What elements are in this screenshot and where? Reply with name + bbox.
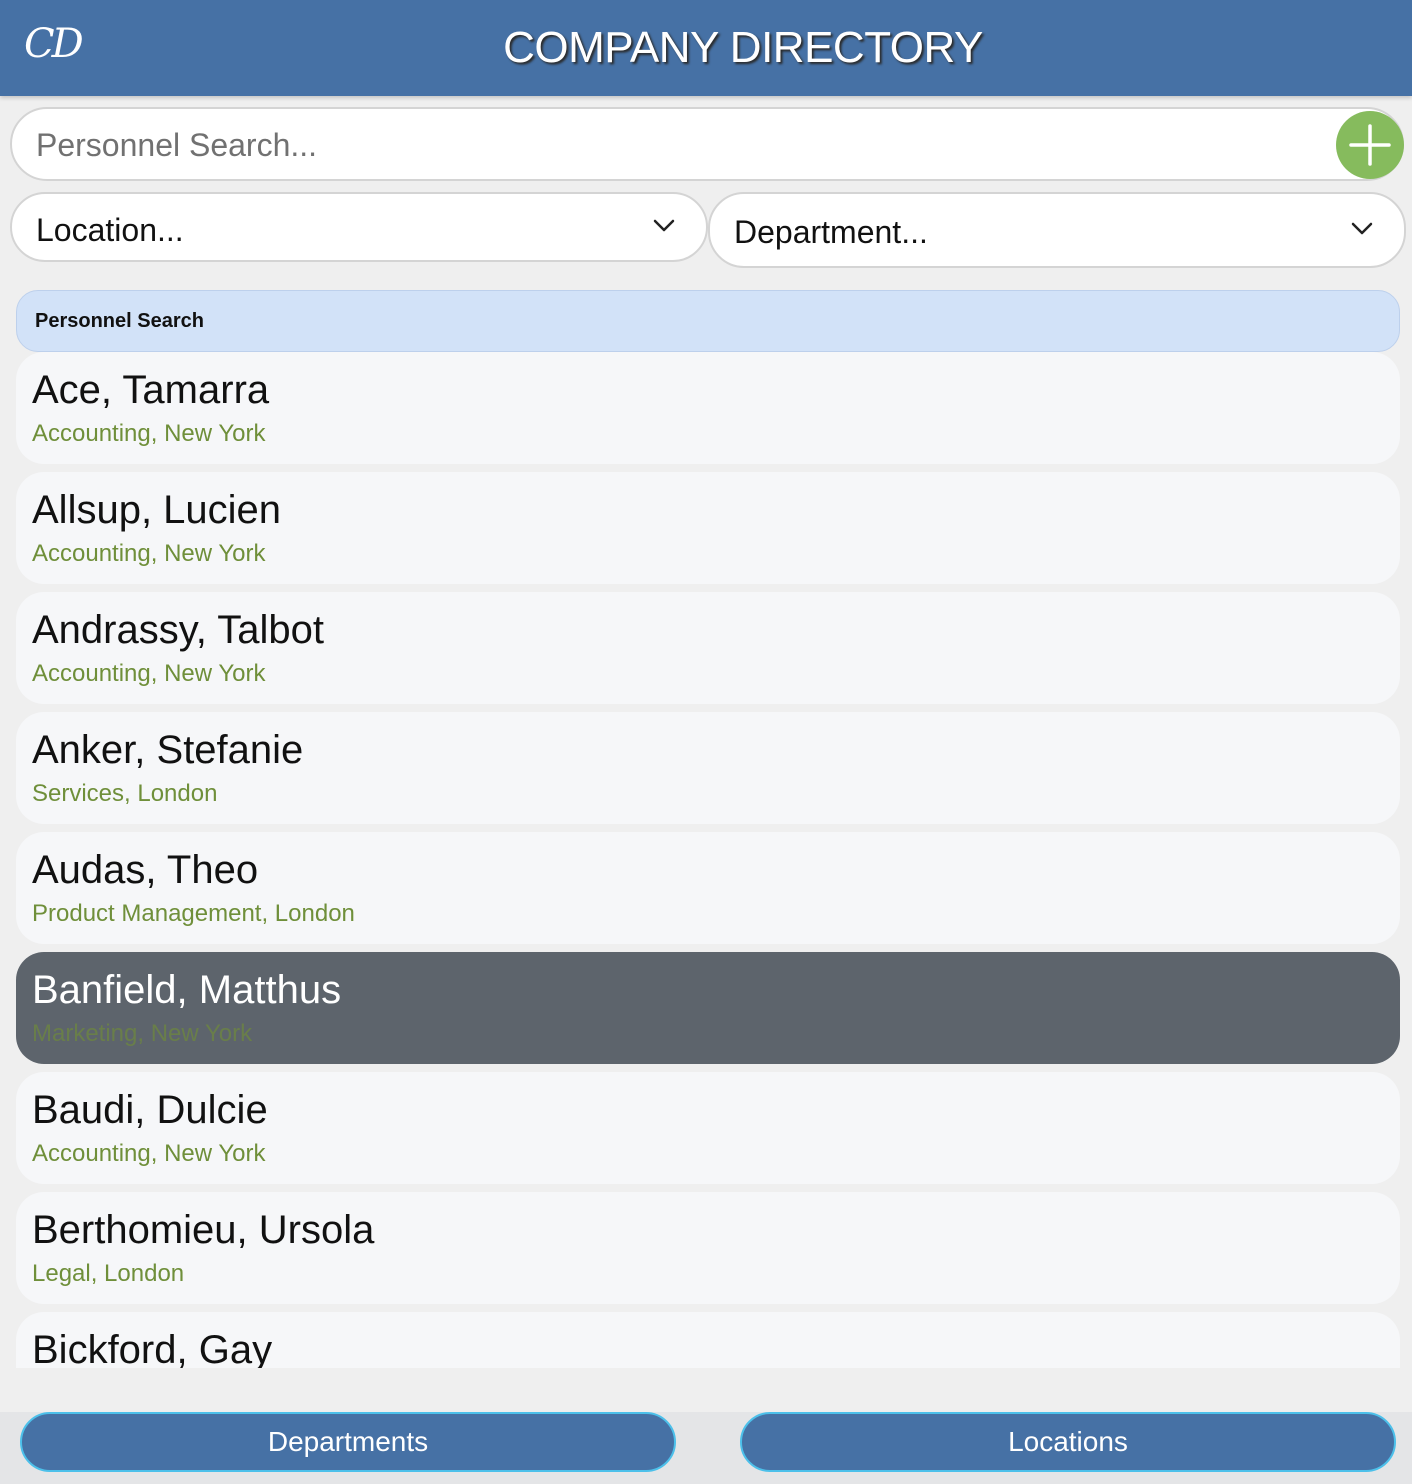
personnel-department-location: Marketing, New York [32, 1020, 253, 1047]
locations-button[interactable]: Locations [740, 1412, 1396, 1472]
personnel-name: Allsup, Lucien [32, 488, 282, 532]
personnel-row[interactable]: Berthomieu, Ursola Legal, London [16, 1192, 1400, 1304]
plus-icon [1349, 124, 1391, 166]
personnel-list[interactable]: Ace, Tamarra Accounting, New York Allsup… [16, 352, 1400, 1368]
personnel-department-location: Product Management, London [32, 900, 355, 927]
personnel-department-location: Accounting, New York [32, 1140, 266, 1167]
department-filter-label: Department... [734, 214, 928, 250]
personnel-department-location: Accounting, New York [32, 660, 266, 687]
footer-bar: Departments Locations [0, 1412, 1412, 1484]
personnel-row[interactable]: Anker, Stefanie Services, London [16, 712, 1400, 824]
personnel-row[interactable]: Bickford, Gay [16, 1312, 1400, 1368]
personnel-name: Ace, Tamarra [32, 368, 270, 412]
personnel-search-input[interactable] [36, 125, 1316, 165]
personnel-row[interactable]: Baudi, Dulcie Accounting, New York [16, 1072, 1400, 1184]
personnel-name: Berthomieu, Ursola [32, 1208, 375, 1252]
personnel-name: Andrassy, Talbot [32, 608, 325, 652]
list-section-title: Personnel Search [35, 310, 204, 332]
chevron-down-icon [1351, 222, 1373, 235]
personnel-department-location: Accounting, New York [32, 540, 266, 567]
search-bar [10, 107, 1404, 181]
list-section-header: Personnel Search [16, 290, 1400, 352]
personnel-name: Anker, Stefanie [32, 728, 304, 772]
departments-button[interactable]: Departments [20, 1412, 676, 1472]
personnel-row[interactable]: Andrassy, Talbot Accounting, New York [16, 592, 1400, 704]
personnel-row[interactable]: Ace, Tamarra Accounting, New York [16, 352, 1400, 464]
location-filter-select[interactable]: Location... [10, 192, 708, 262]
app-header: CD COMPANY DIRECTORY [0, 0, 1412, 96]
personnel-row-selected[interactable]: Banfield, Matthus Marketing, New York [16, 952, 1400, 1064]
personnel-department-location: Legal, London [32, 1260, 185, 1287]
personnel-row[interactable]: Allsup, Lucien Accounting, New York [16, 472, 1400, 584]
page-title: COMPANY DIRECTORY [503, 23, 983, 72]
department-filter-select[interactable]: Department... [708, 192, 1406, 268]
personnel-name: Baudi, Dulcie [32, 1088, 268, 1132]
personnel-name: Banfield, Matthus [32, 968, 342, 1012]
chevron-down-icon [653, 219, 675, 232]
location-filter-label: Location... [36, 212, 184, 248]
add-personnel-button[interactable] [1336, 111, 1404, 179]
personnel-row[interactable]: Audas, Theo Product Management, London [16, 832, 1400, 944]
personnel-name: Bickford, Gay [32, 1328, 273, 1368]
personnel-department-location: Services, London [32, 780, 218, 807]
personnel-department-location: Accounting, New York [32, 420, 266, 447]
personnel-name: Audas, Theo [32, 848, 259, 892]
